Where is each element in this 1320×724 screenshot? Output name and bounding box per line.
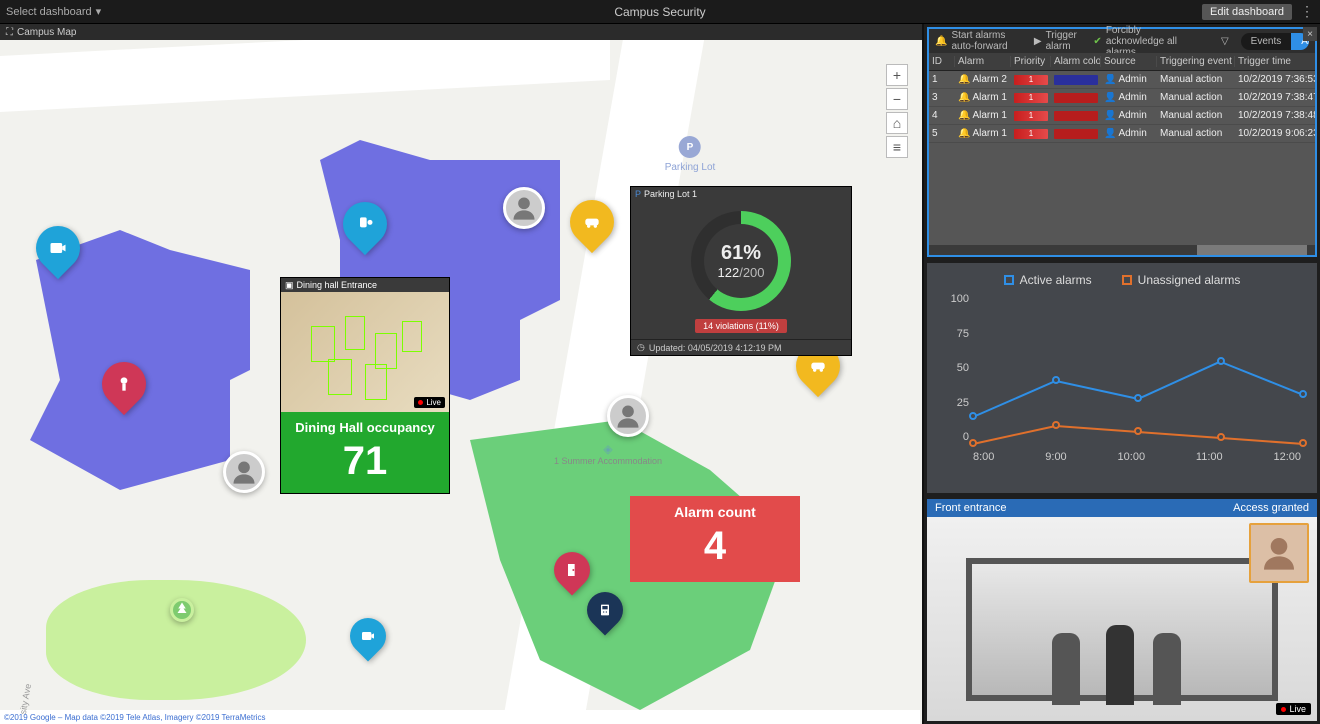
access-status: Access granted xyxy=(1233,502,1309,514)
start-auto-forward-button[interactable]: 🔔Start alarms auto-forward xyxy=(935,30,1022,52)
zoom-out-button[interactable]: − xyxy=(886,88,908,110)
chart-y-axis: 1007550250 xyxy=(945,293,969,443)
chart-legend: Active alarmsUnassigned alarms xyxy=(943,273,1301,287)
parking-icon-small: P xyxy=(635,189,641,199)
map-attribution: ©2019 Google – Map data ©2019 Tele Atlas… xyxy=(4,713,266,722)
alarm-row[interactable]: 5 🔔Alarm 1 1 👤Admin Manual action 10/2/2… xyxy=(929,125,1315,143)
occupancy-value: 71 xyxy=(281,441,449,481)
parking-donut-chart: 61% 122/200 xyxy=(691,211,791,311)
zoom-in-button[interactable]: + xyxy=(886,64,908,86)
map-icon: ⛶ xyxy=(6,27,13,38)
check-icon: ✔ xyxy=(1093,36,1101,47)
alarm-table: IDAlarmPriorityAlarm colorSourceTriggeri… xyxy=(929,53,1315,245)
close-icon[interactable]: × xyxy=(1303,27,1317,41)
live-badge: Live xyxy=(414,397,445,408)
video-title: Front entrance xyxy=(935,502,1007,514)
occupancy-label: Dining Hall occupancy xyxy=(281,420,449,435)
page-title: Campus Security xyxy=(614,5,705,19)
parking-updated: Updated: 04/05/2019 4:12:19 PM xyxy=(649,343,782,353)
bell-icon: 🔔 xyxy=(935,36,947,47)
chart-plot-area xyxy=(973,293,1301,443)
filter-icon[interactable]: ▽ xyxy=(1221,36,1229,47)
column-header[interactable]: Alarm color xyxy=(1051,56,1101,67)
alarm-count-card[interactable]: Alarm count 4 xyxy=(630,496,800,582)
recognized-person-avatar xyxy=(1249,523,1309,583)
column-header[interactable]: ID xyxy=(929,56,955,67)
column-header[interactable]: Trigger time xyxy=(1235,56,1315,67)
camera-marker-2[interactable] xyxy=(350,618,386,664)
tab-events[interactable]: Events xyxy=(1241,33,1292,50)
front-entrance-video-panel[interactable]: Front entrance Access granted Live xyxy=(927,499,1317,721)
alarm-row[interactable]: 1 🔔Alarm 2 1 👤Admin Manual action 10/2/2… xyxy=(929,71,1315,89)
person-marker-3[interactable] xyxy=(607,395,649,437)
dining-card-title: Dining hall Entrance xyxy=(297,280,378,290)
dashboard-selector[interactable]: Select dashboard ▾ xyxy=(6,5,101,18)
column-header[interactable]: Source xyxy=(1101,56,1157,67)
dining-camera-feed: Live xyxy=(281,292,449,412)
map-panel-title: Campus Map xyxy=(17,27,76,38)
home-button[interactable]: ⌂ xyxy=(886,112,908,134)
alarm-row[interactable]: 4 🔔Alarm 1 1 👤Admin Manual action 10/2/2… xyxy=(929,107,1315,125)
chevron-down-icon: ▾ xyxy=(96,5,102,18)
layers-button[interactable]: ≡ xyxy=(886,136,908,158)
door-marker[interactable] xyxy=(554,552,590,598)
person-marker-1[interactable] xyxy=(223,451,265,493)
trigger-alarm-button[interactable]: ▶Trigger alarm xyxy=(1034,30,1082,52)
edit-dashboard-button[interactable]: Edit dashboard xyxy=(1202,4,1292,20)
column-header[interactable]: Triggering event xyxy=(1157,56,1235,67)
alarm-count-label: Alarm count xyxy=(630,496,800,520)
alarm-chart-panel: Active alarmsUnassigned alarms 100755025… xyxy=(927,263,1317,493)
alarms-panel: × 🔔Start alarms auto-forward ▶Trigger al… xyxy=(927,27,1317,257)
alarm-row[interactable]: 3 🔔Alarm 1 1 👤Admin Manual action 10/2/2… xyxy=(929,89,1315,107)
tree-marker xyxy=(170,598,194,622)
live-badge: Live xyxy=(1276,703,1311,715)
horizontal-scrollbar[interactable] xyxy=(929,245,1315,255)
column-header[interactable]: Priority xyxy=(1011,56,1051,67)
accommodation-label: ◈1 Summer Accommodation xyxy=(554,442,662,466)
alert-marker[interactable] xyxy=(102,362,146,418)
play-icon: ▶ xyxy=(1034,36,1042,47)
parking-icon: P xyxy=(679,136,701,158)
security-marker[interactable] xyxy=(343,202,387,258)
parking-lot-label: P Parking Lot xyxy=(665,136,716,173)
camera-icon: ▣ xyxy=(285,280,294,291)
person-marker-2[interactable] xyxy=(503,187,545,229)
dashboard-selector-label: Select dashboard xyxy=(6,6,92,18)
campus-map-panel[interactable]: ⛶ Campus Map P Parking Lot + − ⌂ ≡ xyxy=(0,24,924,724)
parking-lot-card[interactable]: PParking Lot 1 61% 122/200 14 violations… xyxy=(630,186,852,356)
more-menu-icon[interactable]: ⋮ xyxy=(1300,3,1314,20)
chart-x-axis: 8:009:0010:0011:0012:00 xyxy=(973,451,1301,463)
column-header[interactable]: Alarm xyxy=(955,56,1011,67)
parking-card-title: Parking Lot 1 xyxy=(644,189,697,199)
violations-badge: 14 violations (11%) xyxy=(695,319,787,333)
alarm-count-value: 4 xyxy=(630,526,800,566)
camera-marker[interactable] xyxy=(36,226,80,282)
clock-icon: ◷ xyxy=(637,342,645,353)
parking-percentage: 61% xyxy=(721,242,761,265)
intercom-marker[interactable] xyxy=(587,592,623,638)
vehicle-marker-1[interactable] xyxy=(570,200,614,256)
dining-hall-card[interactable]: ▣Dining hall Entrance Live Dining Hall o… xyxy=(280,277,450,494)
